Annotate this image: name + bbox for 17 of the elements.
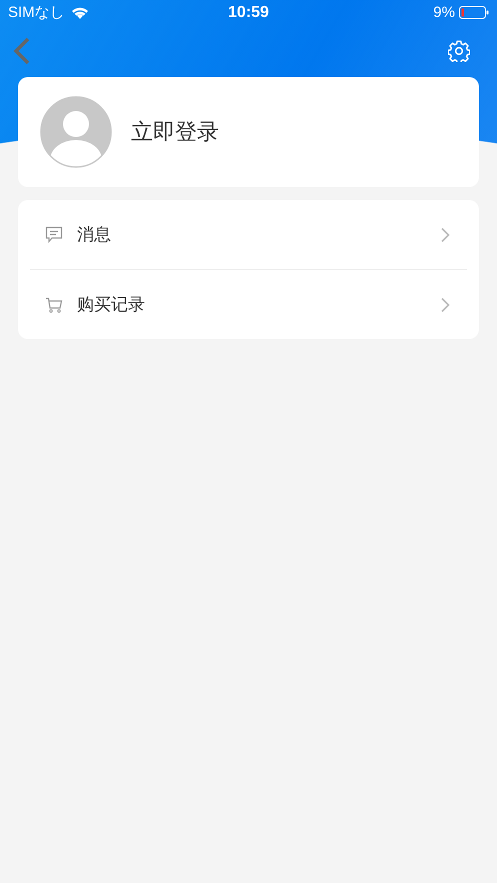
menu-item[interactable]: 购买记录: [30, 270, 467, 339]
menu-label: 购买记录: [77, 294, 146, 316]
menu-item[interactable]: 消息: [30, 200, 467, 269]
chevron-right-icon: [440, 296, 450, 312]
battery-percent: 9%: [433, 4, 455, 21]
message-icon: [45, 226, 63, 243]
profile-card[interactable]: 立即登录: [18, 77, 479, 187]
menu-label: 消息: [77, 224, 112, 246]
clock-time: 10:59: [228, 4, 269, 22]
login-label[interactable]: 立即登录: [131, 117, 219, 147]
wifi-icon: [70, 6, 89, 19]
settings-icon[interactable]: [448, 40, 470, 62]
avatar-icon: [40, 96, 112, 168]
carrier-label: SIMなし: [8, 3, 65, 22]
chevron-right-icon: [440, 226, 450, 242]
battery-icon: [458, 6, 489, 19]
cart-icon: [45, 296, 63, 312]
